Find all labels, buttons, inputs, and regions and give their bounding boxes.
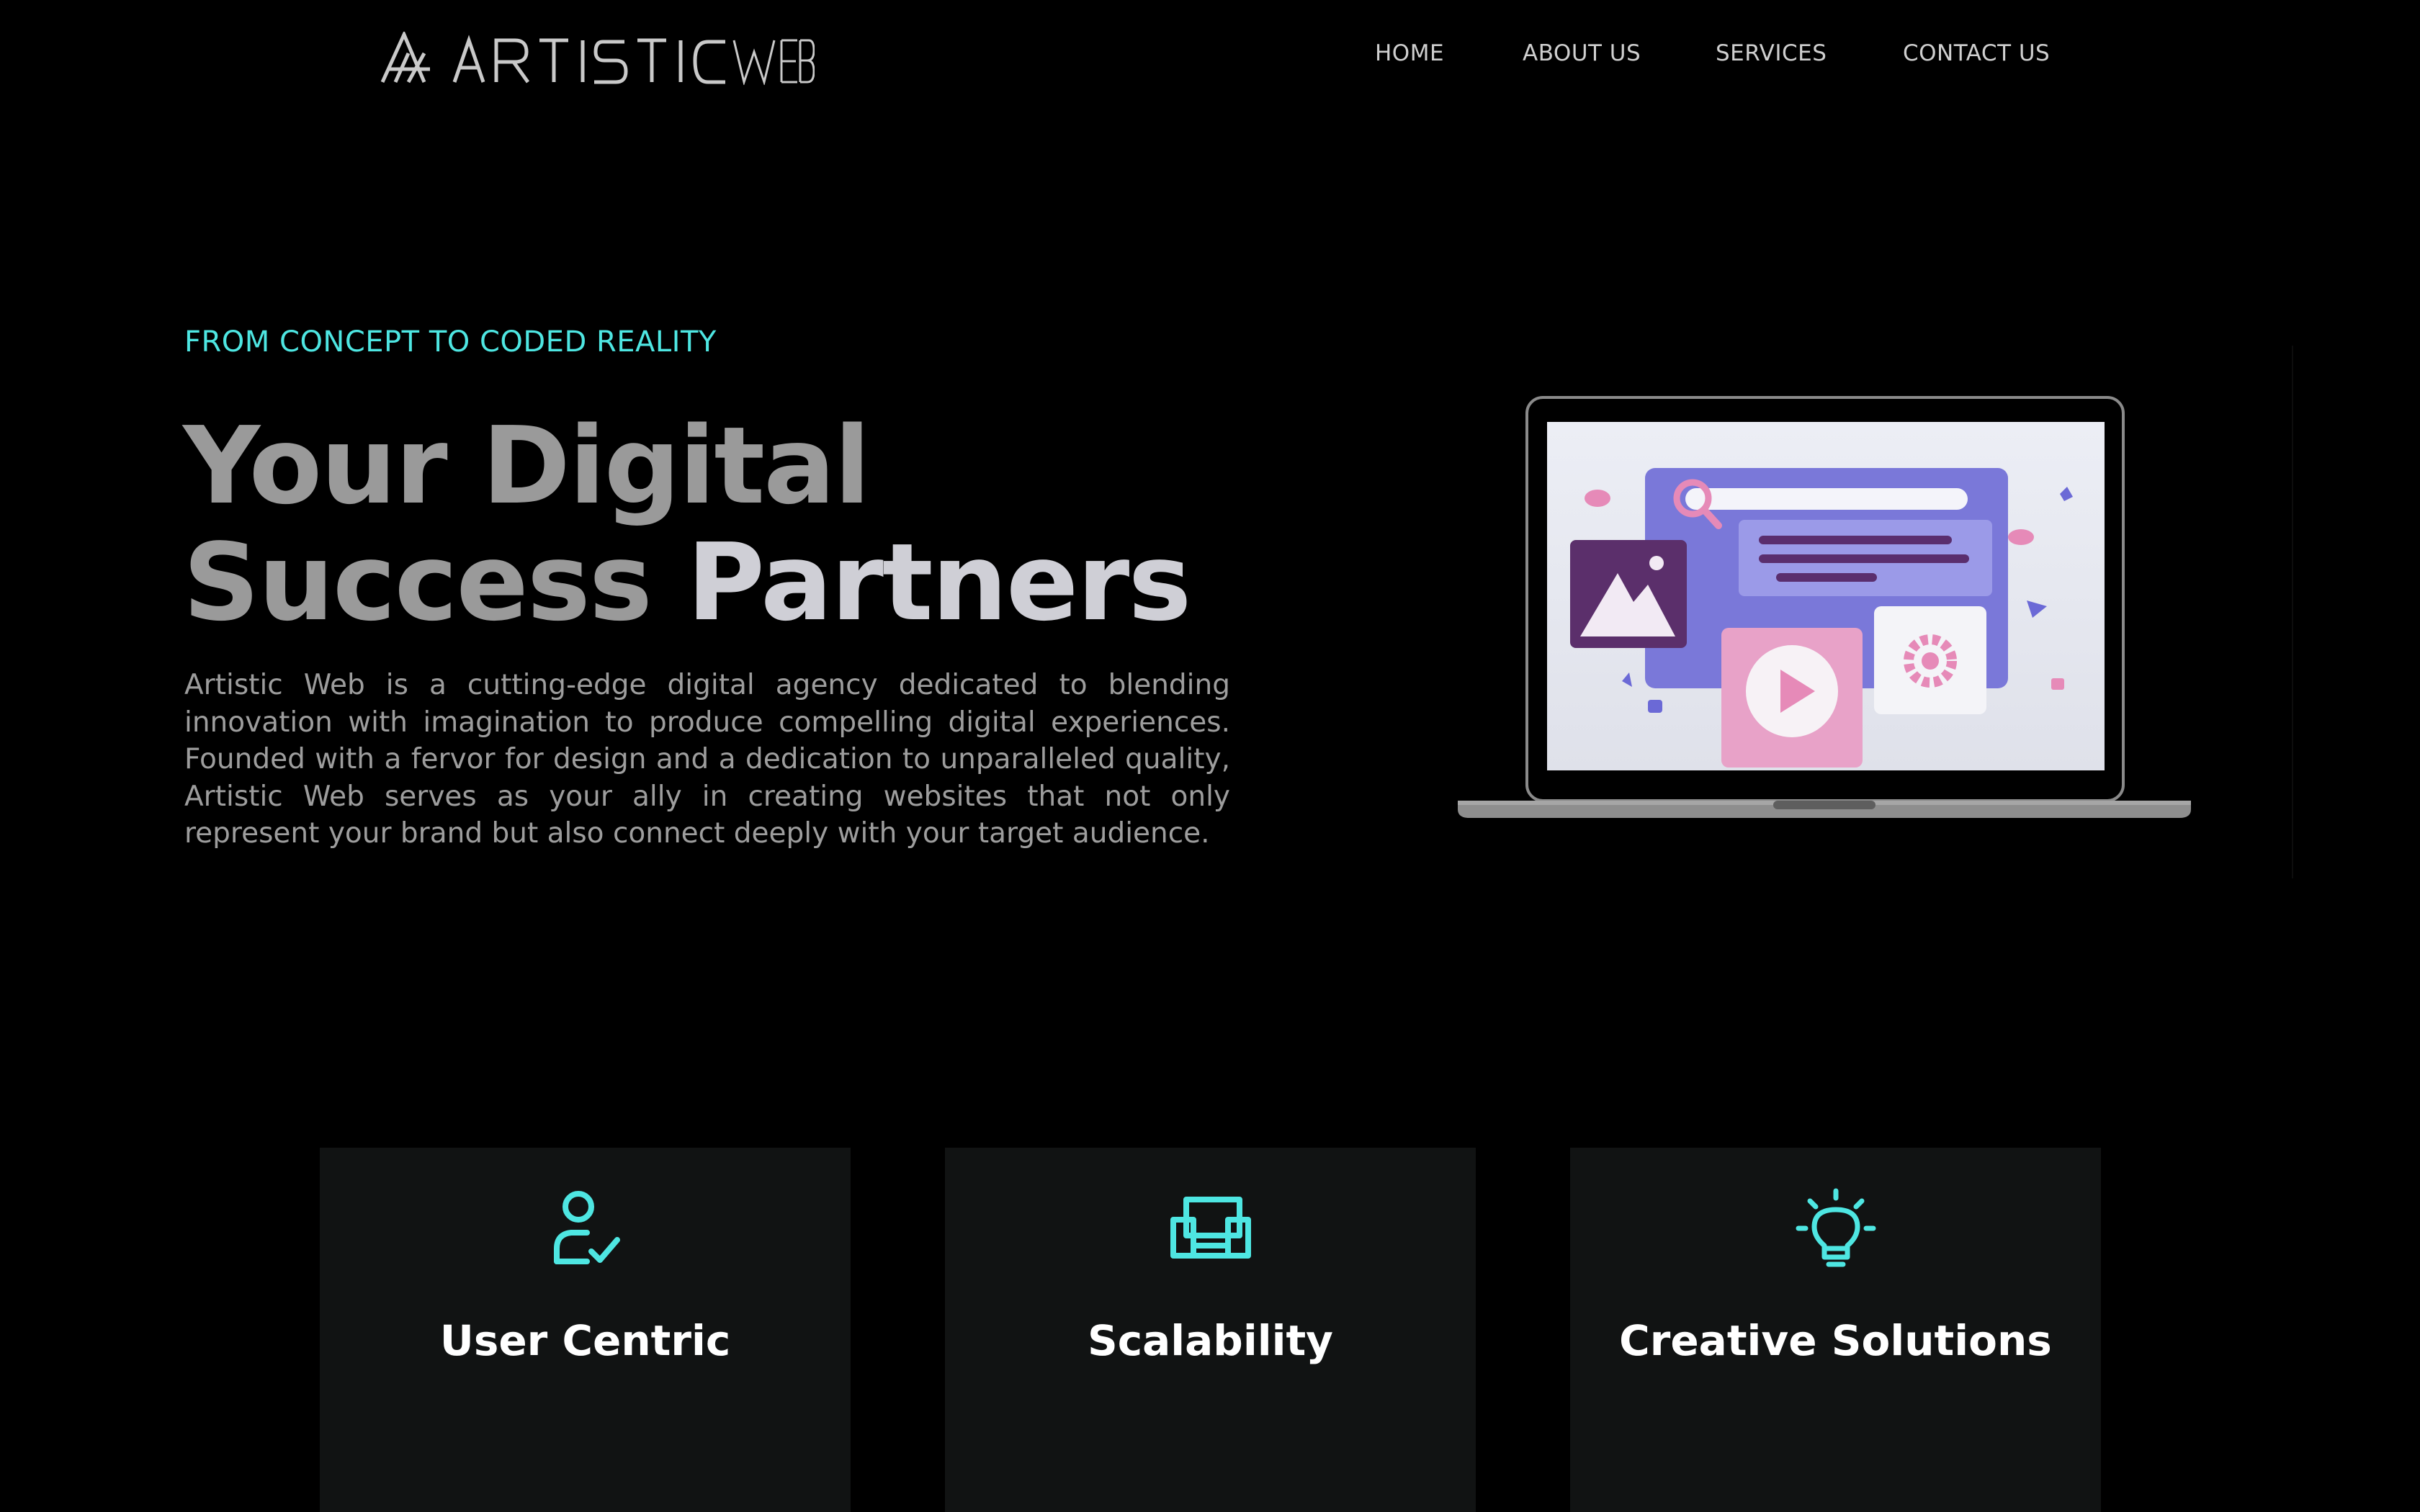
hero-intro: Artistic Web is a cutting-edge digital a… [184, 669, 1230, 850]
hero-headline-line2-b: Partners [686, 521, 1192, 644]
devices-icon [1170, 1197, 1251, 1259]
feature-title: Scalability [1087, 1316, 1333, 1365]
feature-card-scalability: Scalability [945, 1148, 1476, 1512]
hero-headline: Your Digital Success Partners [183, 408, 1191, 641]
hero-headline-line2: Success Partners [183, 524, 1191, 641]
user-check-icon [553, 1191, 620, 1264]
nav-services[interactable]: SERVICES [1716, 40, 1827, 66]
nav-home[interactable]: HOME [1375, 40, 1444, 66]
feature-title: User Centric [439, 1316, 731, 1365]
hero-headline-line1: Your Digital [183, 404, 871, 528]
divider [2292, 346, 2293, 878]
hero-headline-line2-a: Success [183, 521, 687, 644]
feature-title: Creative Solutions [1619, 1316, 2052, 1365]
feature-card-user-centric: User Centric [320, 1148, 851, 1512]
nav-about-us[interactable]: ABOUT US [1523, 40, 1641, 66]
hero-eyebrow: FROM CONCEPT TO CODED REALITY [184, 325, 717, 359]
feature-card-creative-solutions: Creative Solutions [1570, 1148, 2101, 1512]
laptop-illustration [1458, 396, 2191, 818]
nav-contact-us[interactable]: CONTACT US [1903, 40, 2050, 66]
lightbulb-icon [1796, 1188, 1876, 1267]
main-nav: HOME ABOUT US SERVICES CONTACT US [0, 40, 2420, 75]
